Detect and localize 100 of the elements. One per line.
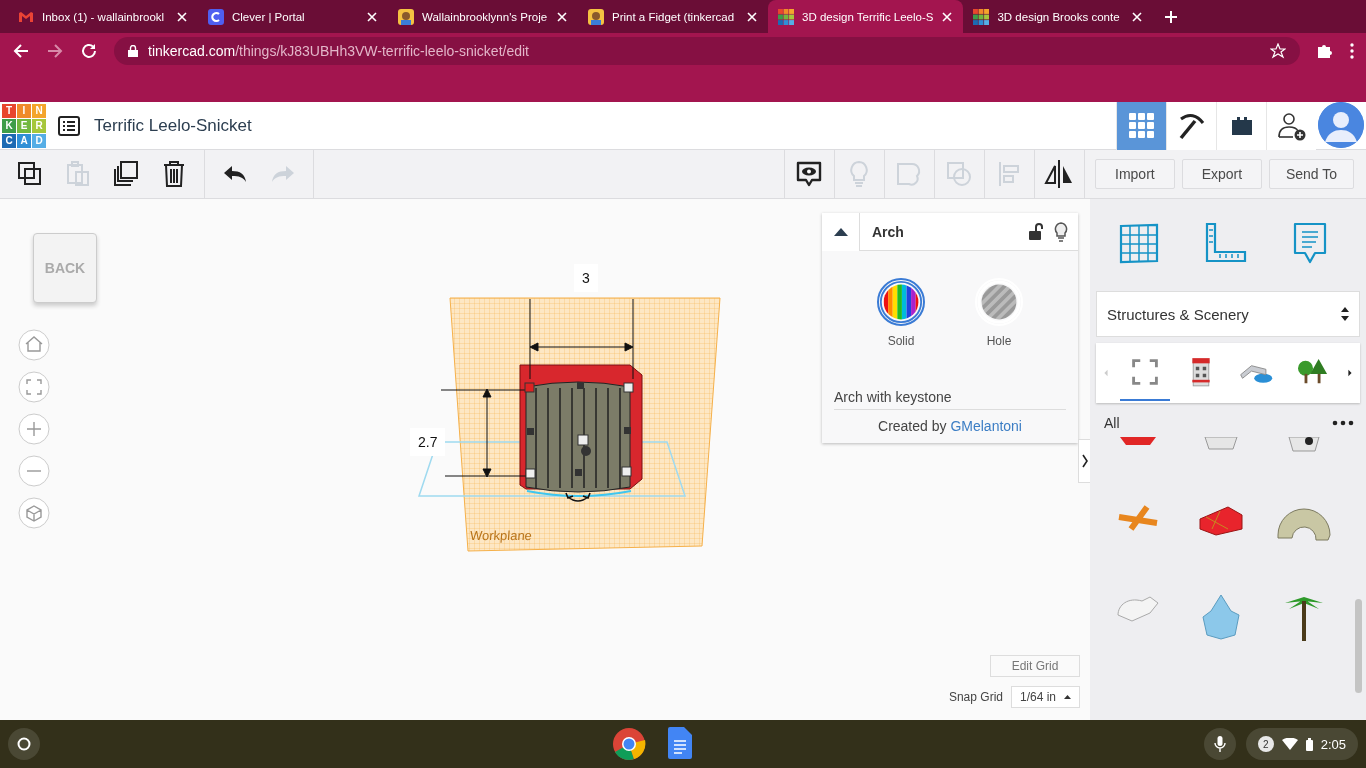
close-icon[interactable] [941, 10, 954, 23]
reload-icon[interactable] [80, 41, 98, 60]
logo-letter: T [2, 103, 16, 118]
toolbar-button[interactable]: Import [1094, 159, 1175, 189]
status-tray[interactable]: 2 2:05 [1245, 728, 1358, 760]
solid-option[interactable]: Solid [871, 277, 931, 349]
close-icon[interactable] [366, 10, 378, 23]
shape-name: Arch [871, 223, 905, 240]
add-user-icon [1276, 110, 1307, 141]
address-bar[interactable]: tinkercad.com/things/kJ83UBHh3VW-terrific-leelo-snicket/edit [114, 36, 1300, 65]
user-avatar-icon[interactable] [1318, 101, 1364, 148]
category-select[interactable]: Structures & Scenery [1096, 291, 1360, 337]
logo-letter: C [2, 133, 16, 148]
note-bubble-icon[interactable] [1292, 221, 1328, 265]
trash-icon [162, 160, 186, 188]
logo-grid-icon [778, 8, 794, 25]
bricks-view-button[interactable] [1216, 101, 1266, 150]
paste-icon [65, 161, 91, 187]
list-menu-icon[interactable] [58, 115, 80, 136]
arch-shape-icon[interactable] [1276, 505, 1333, 541]
roof-shape-icon[interactable] [1117, 437, 1158, 447]
c-logo-icon [208, 8, 224, 25]
platform-shape-icon[interactable] [1198, 505, 1244, 537]
forward-arrow-icon[interactable] [46, 41, 64, 60]
more-menu-icon[interactable] [1350, 42, 1354, 59]
add-user-view-button[interactable] [1266, 101, 1316, 150]
sort-arrows-icon [1341, 307, 1349, 321]
caret-up-icon [833, 227, 848, 236]
selected-shape-drawing[interactable] [440, 298, 643, 497]
close-icon[interactable] [746, 10, 758, 23]
workplane-grid-icon[interactable] [1118, 222, 1160, 264]
logo-letter: R [32, 118, 46, 133]
grid-view-button[interactable] [1116, 101, 1166, 150]
height-dimension[interactable]: 2.7 [410, 428, 446, 456]
statue-shape-icon[interactable] [1287, 437, 1322, 453]
shape-description: Arch with keystone [834, 389, 1066, 410]
browser-tab[interactable]: Print a Fidget (tinkercad [578, 0, 768, 33]
browser-tab[interactable]: Inbox (1) - wallainbrookl [8, 0, 198, 33]
ungroup-shapes-icon [945, 160, 974, 188]
star-icon[interactable] [1270, 42, 1286, 59]
lock-icon [128, 44, 138, 57]
author-link[interactable]: GMelantoni [950, 418, 1022, 434]
rotate-arrow-icon[interactable] [565, 492, 591, 502]
avatar-icon [398, 8, 414, 25]
battery-icon [1305, 737, 1313, 751]
tinkercad-logo[interactable]: T I N K E R C A D [2, 103, 46, 148]
logo-letter: A [17, 133, 31, 148]
credit-text: Created by GMelantoni [877, 417, 1023, 436]
browser-tab[interactable]: Clever | Portal [198, 0, 388, 33]
close-icon[interactable] [176, 10, 188, 23]
browser-app-icon[interactable] [611, 727, 646, 761]
ortho-button[interactable] [18, 497, 50, 529]
speech-bubble-eye-icon [795, 160, 824, 188]
document-app-icon[interactable] [667, 727, 692, 761]
browser-tab[interactable]: Wallainbrooklynn's Proje [388, 0, 578, 33]
align-icon [997, 160, 1022, 188]
caret-up-icon [1064, 695, 1071, 699]
logo-letter: I [17, 103, 31, 118]
toolbar-button[interactable]: Send To [1268, 159, 1354, 189]
collapse-button[interactable] [822, 212, 860, 251]
browser-tab[interactable]: 3D design Terrific Leelo-S [768, 0, 964, 33]
close-icon[interactable] [556, 10, 568, 23]
edit-grid-button[interactable]: Edit Grid [990, 655, 1080, 677]
redo-icon [270, 164, 296, 184]
new-tab-icon[interactable] [1165, 11, 1178, 23]
duplicate-icon [112, 160, 140, 188]
microphone-icon [1213, 736, 1226, 752]
logo-letter: K [2, 118, 16, 133]
toolbar-button[interactable]: Export [1181, 159, 1262, 189]
wifi-icon [1281, 738, 1298, 750]
ruler-icon[interactable] [1204, 222, 1248, 264]
circle-icon [17, 737, 31, 751]
lock-button[interactable] [1028, 222, 1044, 241]
launcher-button[interactable] [8, 728, 40, 760]
browser-tab[interactable]: 3D design Brooks conte [963, 0, 1154, 33]
microphone-button[interactable] [1203, 728, 1236, 760]
copy-icon [17, 161, 43, 187]
grid-icon [1128, 112, 1155, 139]
pickaxe-view-button[interactable] [1166, 101, 1216, 150]
collapse-panel-button[interactable] [1078, 439, 1090, 483]
width-dimension[interactable]: 3 [574, 264, 598, 292]
avatar-icon [588, 8, 604, 25]
scrollbar-thumb[interactable] [1355, 599, 1362, 693]
scroll-right-icon[interactable] [1346, 367, 1354, 379]
more-options-icon[interactable] [1332, 420, 1354, 426]
lightbulb-icon[interactable] [1054, 221, 1068, 242]
close-icon[interactable] [1131, 10, 1144, 23]
snap-grid-label: Snap Grid [948, 690, 1003, 704]
design-title[interactable]: Terrific Leelo-Snicket [94, 115, 1116, 136]
url-text: tinkercad.com/things/kJ83UBHh3VW-terrific-leelo-snicket/edit [148, 42, 530, 59]
logo-grid-icon [973, 8, 990, 25]
hole-option[interactable]: Hole [969, 277, 1029, 349]
logo-letter: N [32, 103, 46, 118]
back-arrow-icon[interactable] [12, 41, 30, 60]
snap-grid-select[interactable]: 1/64 in [1010, 686, 1080, 708]
workplane-label: Workplane [469, 528, 533, 543]
chevron-right-icon [1081, 454, 1088, 468]
logo-letter: E [17, 118, 31, 133]
undo-icon [222, 164, 248, 184]
logo-letter: D [32, 133, 46, 148]
